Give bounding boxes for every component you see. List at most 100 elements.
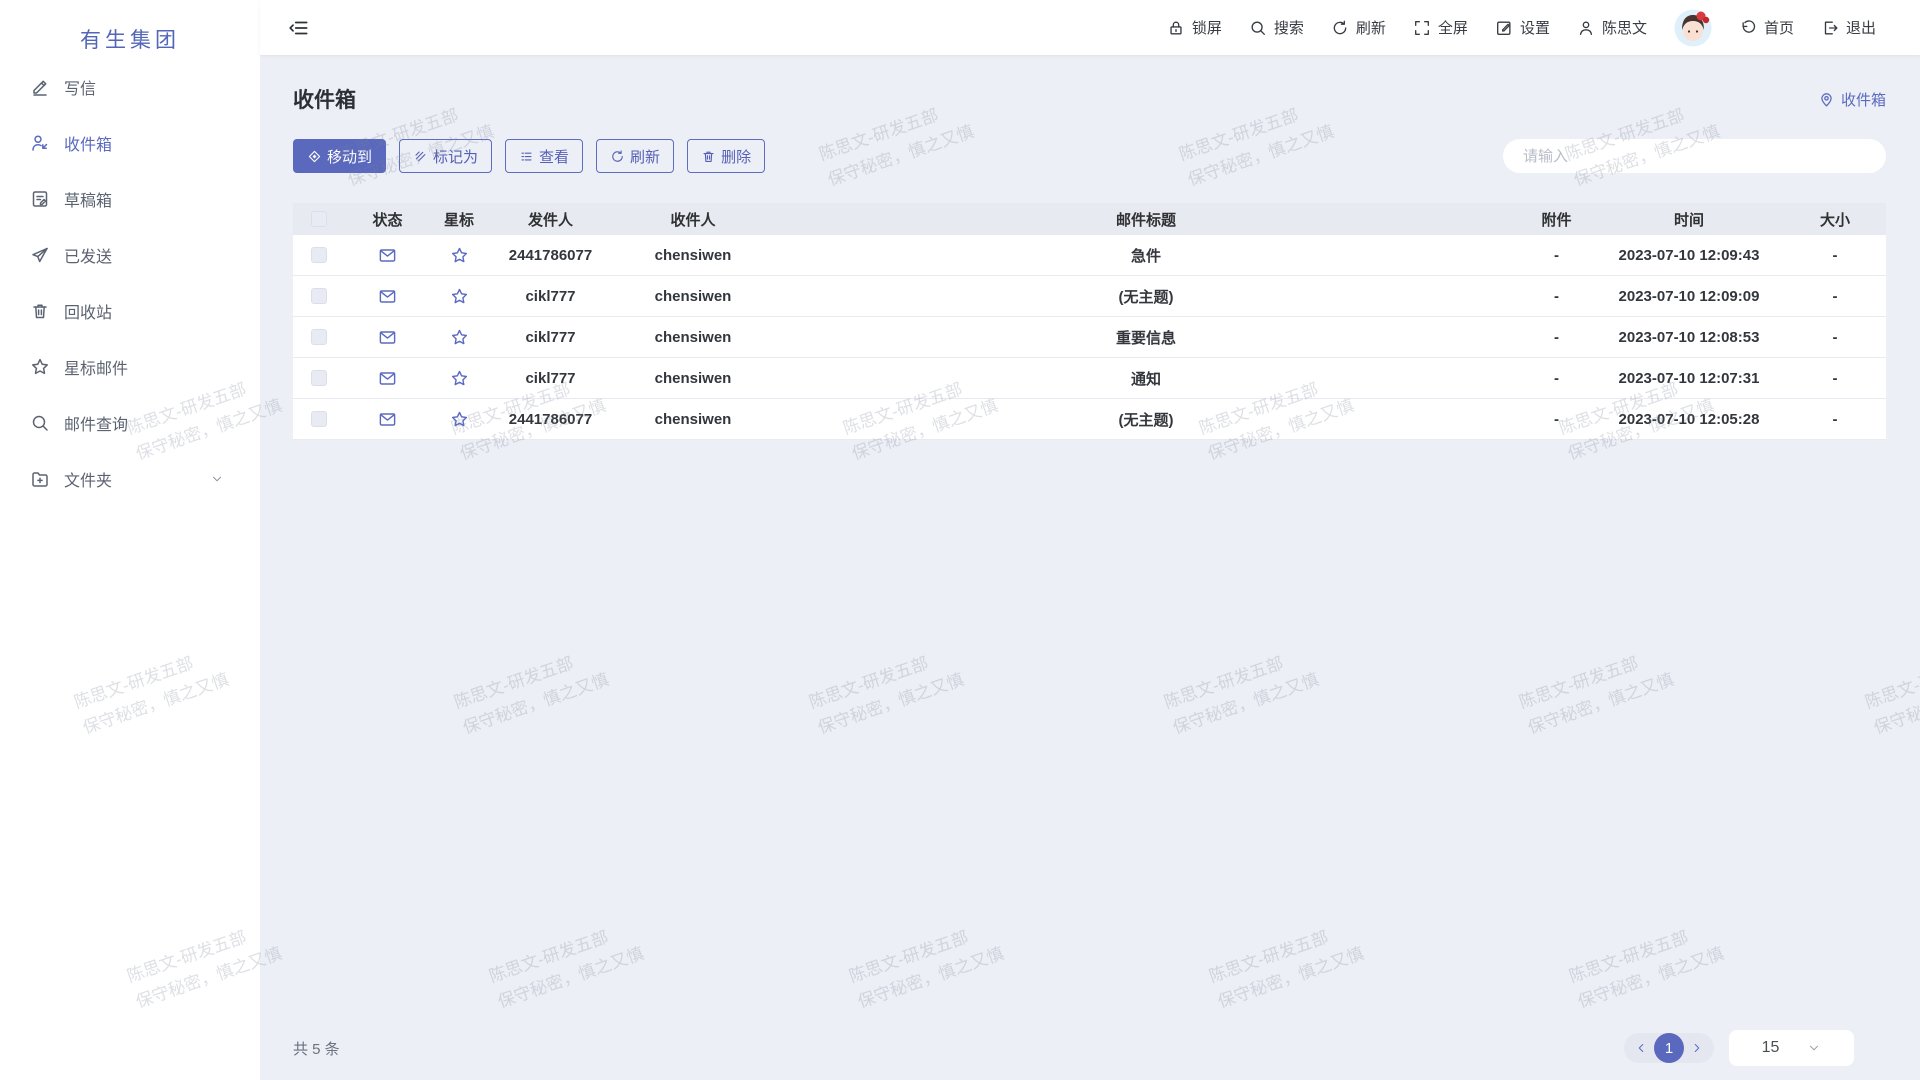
col-header-subject: 邮件标题 [773, 209, 1519, 230]
col-header-sender: 发件人 [488, 209, 613, 230]
sidebar-item-label: 草稿箱 [64, 187, 112, 211]
table-row[interactable]: 2441786077 chensiwen 急件 - 2023-07-10 12:… [293, 235, 1886, 276]
search-icon [30, 413, 50, 433]
pagination: 1 [1624, 1033, 1714, 1063]
user-menu[interactable]: 陈思文 [1577, 17, 1647, 38]
row-checkbox[interactable] [311, 411, 327, 427]
view-button[interactable]: 查看 [505, 139, 583, 173]
cell-subject: 急件 [773, 245, 1519, 266]
cell-recipient: chensiwen [613, 370, 773, 387]
table-body: 2441786077 chensiwen 急件 - 2023-07-10 12:… [293, 235, 1886, 440]
home-button[interactable]: 首页 [1739, 17, 1794, 38]
cell-sender: 2441786077 [488, 411, 613, 428]
sidebar-item-label: 已发送 [64, 243, 112, 267]
location-pin-icon [1818, 91, 1835, 108]
star-icon[interactable] [450, 369, 469, 388]
fullscreen-icon [1413, 19, 1431, 37]
sidebar-item-starred[interactable]: 星标邮件 [0, 339, 260, 395]
table-row[interactable]: cikl777 chensiwen 重要信息 - 2023-07-10 12:0… [293, 317, 1886, 358]
cell-subject: 通知 [773, 368, 1519, 389]
col-header-time: 时间 [1594, 209, 1784, 230]
table-header-row: 状态 星标 发件人 收件人 邮件标题 附件 时间 大小 [293, 203, 1886, 235]
move-to-label: 移动到 [327, 146, 372, 167]
mail-table: 状态 星标 发件人 收件人 邮件标题 附件 时间 大小 2441786077 c… [293, 203, 1886, 440]
logout-icon [1821, 19, 1839, 37]
refresh-button[interactable]: 刷新 [1331, 17, 1386, 38]
cell-attachment: - [1519, 247, 1594, 264]
cell-size: - [1784, 247, 1886, 264]
fullscreen-button[interactable]: 全屏 [1413, 17, 1468, 38]
sidebar-item-label: 邮件查询 [64, 411, 128, 435]
pencil-icon [30, 77, 50, 97]
star-icon[interactable] [450, 328, 469, 347]
filter-input[interactable] [1503, 139, 1886, 173]
avatar[interactable] [1674, 9, 1712, 47]
sidebar-item-sent[interactable]: 已发送 [0, 227, 260, 283]
breadcrumb: 收件箱 [1818, 89, 1886, 110]
star-icon[interactable] [450, 287, 469, 306]
cell-attachment: - [1519, 288, 1594, 305]
next-page-button[interactable] [1686, 1037, 1708, 1059]
refresh-list-button[interactable]: 刷新 [596, 139, 674, 173]
chevron-right-icon [1690, 1041, 1704, 1055]
col-header-recipient: 收件人 [613, 209, 773, 230]
star-icon [30, 357, 50, 377]
table-row[interactable]: cikl777 chensiwen 通知 - 2023-07-10 12:07:… [293, 358, 1886, 399]
sidebar-item-trash[interactable]: 回收站 [0, 283, 260, 339]
mark-as-button[interactable]: 标记为 [399, 139, 492, 173]
sidebar-item-drafts[interactable]: 草稿箱 [0, 171, 260, 227]
chevron-down-icon [210, 472, 224, 486]
search-label: 搜索 [1274, 17, 1304, 38]
col-header-size: 大小 [1784, 209, 1886, 230]
delete-button[interactable]: 删除 [687, 139, 765, 173]
col-header-attachment: 附件 [1519, 209, 1594, 230]
page-size-value: 15 [1762, 1039, 1780, 1057]
cell-attachment: - [1519, 329, 1594, 346]
logout-button[interactable]: 退出 [1821, 17, 1876, 38]
search-icon [1249, 19, 1267, 37]
draft-icon [30, 189, 50, 209]
sidebar-item-label: 星标邮件 [64, 355, 128, 379]
search-button[interactable]: 搜索 [1249, 17, 1304, 38]
row-checkbox[interactable] [311, 288, 327, 304]
star-icon[interactable] [450, 246, 469, 265]
cell-sender: cikl777 [488, 370, 613, 387]
mark-as-label: 标记为 [433, 146, 478, 167]
row-checkbox[interactable] [311, 247, 327, 263]
page-size-select[interactable]: 15 [1729, 1030, 1854, 1066]
cell-time: 2023-07-10 12:09:43 [1594, 247, 1784, 264]
table-row[interactable]: cikl777 chensiwen (无主题) - 2023-07-10 12:… [293, 276, 1886, 317]
move-to-button[interactable]: 移动到 [293, 139, 386, 173]
sidebar-collapse-icon[interactable] [288, 17, 310, 39]
refresh-label: 刷新 [1356, 17, 1386, 38]
row-checkbox[interactable] [311, 370, 327, 386]
star-icon[interactable] [450, 410, 469, 429]
cell-subject: (无主题) [773, 286, 1519, 307]
user-icon [1577, 19, 1595, 37]
table-row[interactable]: 2441786077 chensiwen (无主题) - 2023-07-10 … [293, 399, 1886, 440]
cell-sender: cikl777 [488, 329, 613, 346]
fullscreen-label: 全屏 [1438, 17, 1468, 38]
select-all-checkbox[interactable] [311, 211, 327, 227]
topbar: 锁屏 搜索 刷新 全屏 设置 陈思文 首页 [260, 0, 1920, 55]
envelope-icon [378, 246, 397, 265]
settings-button[interactable]: 设置 [1495, 17, 1550, 38]
total-count: 共 5 条 [293, 1038, 340, 1059]
sidebar-item-folders[interactable]: 文件夹 [0, 451, 260, 507]
sidebar-item-inbox[interactable]: 收件箱 [0, 115, 260, 171]
refresh-icon [1331, 19, 1349, 37]
lock-screen-button[interactable]: 锁屏 [1167, 17, 1222, 38]
cell-attachment: - [1519, 411, 1594, 428]
cell-subject: 重要信息 [773, 327, 1519, 348]
chevron-down-icon [1807, 1041, 1821, 1055]
row-checkbox[interactable] [311, 329, 327, 345]
page-number-button[interactable]: 1 [1654, 1033, 1684, 1063]
cell-subject: (无主题) [773, 409, 1519, 430]
sidebar-item-mail-search[interactable]: 邮件查询 [0, 395, 260, 451]
page-title: 收件箱 [293, 84, 356, 114]
cell-size: - [1784, 370, 1886, 387]
col-header-status: 状态 [345, 209, 430, 230]
prev-page-button[interactable] [1630, 1037, 1652, 1059]
sidebar-item-compose[interactable]: 写信 [0, 59, 260, 115]
cell-time: 2023-07-10 12:09:09 [1594, 288, 1784, 305]
